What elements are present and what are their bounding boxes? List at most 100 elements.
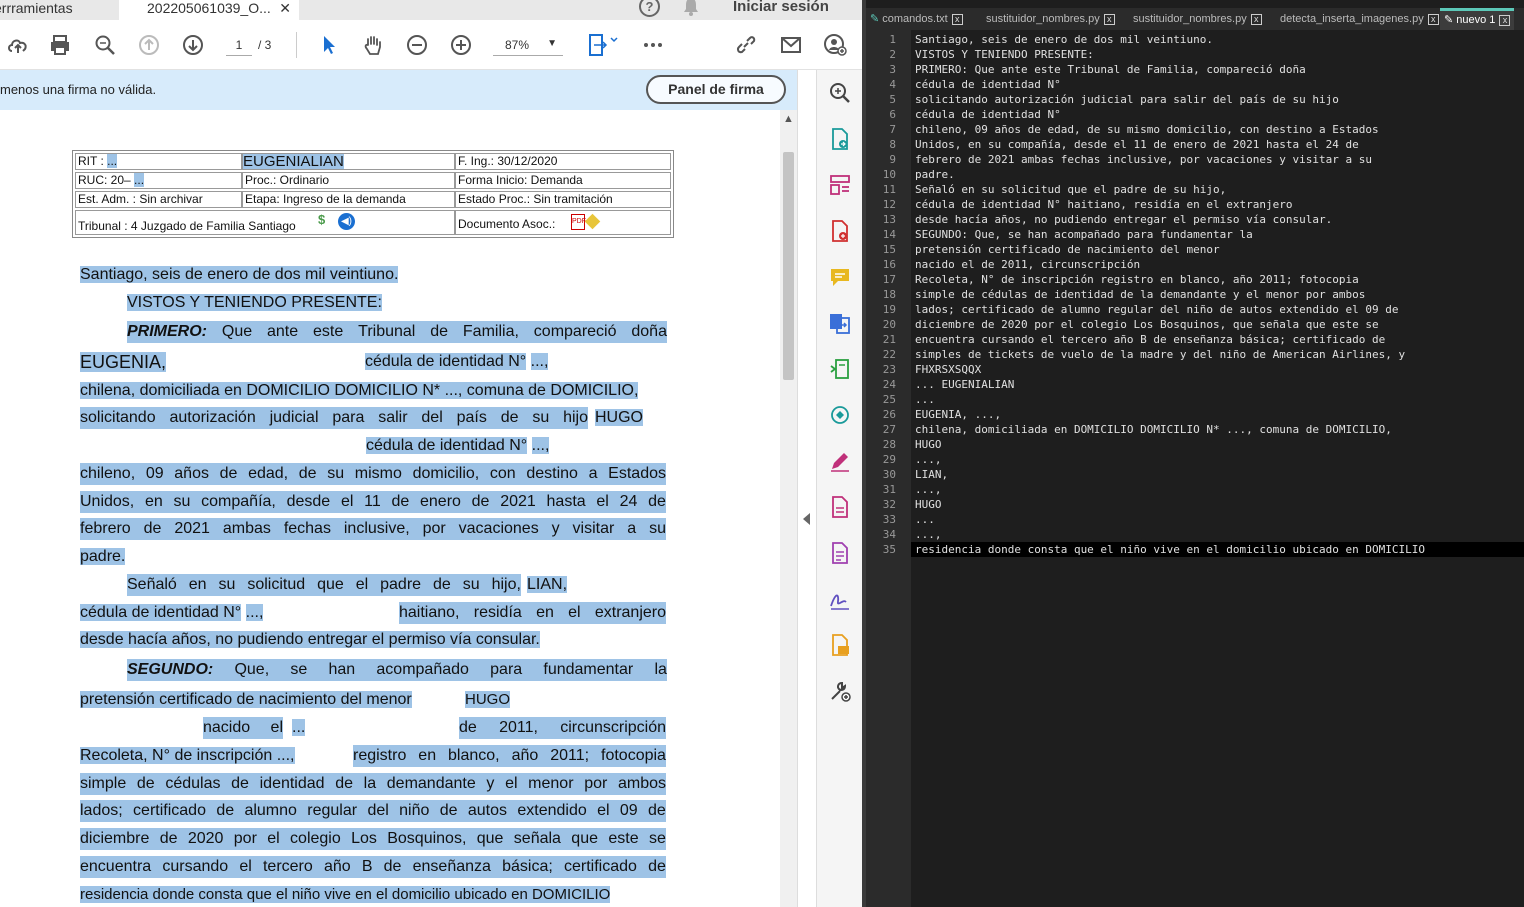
zoom-out-icon[interactable] — [404, 32, 430, 58]
export-pdf-icon[interactable] — [828, 127, 852, 151]
signature-panel-button[interactable]: Panel de firma — [646, 75, 786, 104]
send-review-icon[interactable] — [828, 403, 852, 427]
signin-link[interactable]: Iniciar sesión — [733, 0, 829, 15]
vertical-scrollbar[interactable]: ▲ — [780, 110, 797, 907]
speaker-icon[interactable]: ◀) — [338, 213, 355, 230]
document-page[interactable]: RIT : ... EUGENIALIAN F. Ing.: 30/12/202… — [0, 110, 780, 907]
prev-page-icon[interactable] — [136, 32, 162, 58]
doc-word: a — [588, 465, 598, 482]
doc-word: Unidos, — [80, 493, 135, 510]
doc-word: el — [568, 604, 581, 621]
stage-cell: Etapa: Ingreso de la demanda — [242, 191, 455, 208]
editor-tab-sustituidor-2[interactable]: sustituidor_nombres.py x — [1133, 10, 1262, 30]
doc-line-22: encuentra cursando el tercero año Bde enseñanz… — [80, 856, 666, 878]
close-icon[interactable]: ✕ — [279, 0, 291, 16]
editor-tab-detecta[interactable]: detecta_inserta_imagenes.py x — [1280, 10, 1439, 30]
combine-files-icon[interactable] — [828, 311, 852, 335]
doc-word: 2011; — [550, 747, 590, 764]
more-options-icon[interactable] — [640, 32, 666, 58]
fit-page-icon[interactable] — [586, 32, 620, 58]
doc-word: el — [270, 719, 283, 736]
upload-cloud-icon[interactable] — [5, 32, 31, 58]
editor-tab-sustituidor-1[interactable]: sustituidor_nombres.py x — [986, 10, 1115, 30]
organize-pages-icon[interactable] — [828, 173, 852, 197]
signature-icon[interactable] — [828, 587, 852, 611]
zoom-search-icon[interactable] — [92, 32, 118, 58]
code-line: PRIMERO: Que ante este Tribunal de Famil… — [915, 63, 1306, 76]
line-number: 11 — [882, 183, 896, 196]
scroll-up-arrow-icon[interactable]: ▲ — [783, 113, 794, 125]
code-line: EUGENIA, ..., — [915, 408, 1002, 421]
edit-pdf-icon[interactable] — [828, 495, 852, 519]
line-number: 14 — [882, 228, 896, 241]
doc-word: Bosquinos, — [387, 830, 467, 847]
doc-word: chileno, — [80, 465, 136, 482]
code-line: VISTOS Y TENIENDO PRESENTE: — [915, 48, 1094, 61]
mail-icon[interactable] — [778, 32, 804, 58]
tab-document-label: 202205061039_O... — [147, 0, 271, 16]
zoom-in-icon[interactable] — [448, 32, 474, 58]
doc-word: niño — [399, 802, 430, 819]
tab-tools[interactable]: errramientas — [0, 0, 109, 20]
code-area[interactable]: Santiago, seis de enero de dos mil veint… — [911, 30, 1524, 907]
print-icon[interactable] — [47, 32, 73, 58]
collapse-arrow-icon[interactable] — [803, 513, 810, 525]
next-page-icon[interactable] — [180, 32, 206, 58]
doc-word: de — [159, 830, 178, 847]
more-tools-icon[interactable] — [828, 679, 852, 703]
doc-word: de — [216, 802, 235, 819]
create-pdf-icon[interactable] — [828, 219, 852, 243]
scroll-thumb[interactable] — [783, 152, 794, 380]
doc-word: circunscripción — [560, 719, 666, 736]
code-line: encuentra cursando el tercero año B de e… — [915, 333, 1386, 346]
close-icon[interactable]: x — [1427, 13, 1439, 25]
line-number: 28 — [882, 438, 896, 451]
doc-word: hasta — [546, 493, 586, 510]
tab-document[interactable]: 202205061039_O... ✕ — [119, 0, 299, 20]
doc-word: el — [596, 493, 609, 510]
doc-line-4: EUGENIA, — [80, 352, 167, 372]
zoom-search-icon[interactable] — [828, 81, 852, 105]
select-cursor-icon[interactable] — [316, 32, 342, 58]
doc-line-14: desde hacía años, no pudiendo entregar e… — [80, 631, 540, 648]
add-user-icon[interactable] — [822, 32, 848, 58]
edit-icon[interactable] — [584, 213, 601, 230]
line-number: 12 — [882, 198, 896, 211]
doc-line-19: simple de cédulas de identidad de la demandante… — [80, 773, 666, 795]
line-number: 25 — [882, 393, 896, 406]
close-icon[interactable]: x — [1103, 13, 1115, 25]
doc-word: regular — [307, 802, 358, 819]
editor-tab-comandos[interactable]: ✎ comandos.txt x — [870, 10, 963, 30]
panel-collapse-strip[interactable] — [797, 70, 816, 907]
doc-line-6-name: HUGO — [595, 409, 643, 426]
close-icon[interactable]: x — [951, 13, 963, 25]
code-line: HUGO — [915, 498, 942, 511]
doc-word: Señaló — [127, 576, 177, 593]
link-icon[interactable] — [733, 32, 759, 58]
close-icon[interactable]: x — [1499, 14, 1511, 26]
close-icon[interactable]: x — [1250, 13, 1262, 25]
pencil-icon: ✎ — [1444, 14, 1454, 26]
bell-icon[interactable] — [682, 0, 700, 17]
doc-line-12: Señaló en su solicitud que el padre de su hijo, — [127, 574, 521, 596]
hand-tool-icon[interactable] — [360, 32, 386, 58]
fill-sign-icon[interactable] — [828, 449, 852, 473]
line-number: 1 — [889, 33, 896, 46]
editor-tab-nuevo[interactable]: ✎ nuevo 1x — [1440, 8, 1515, 30]
doc-word: judicial — [269, 409, 319, 426]
comment-icon[interactable] — [828, 265, 852, 289]
doc-word: de — [335, 775, 354, 792]
pdf-file-icon[interactable]: PDF — [571, 214, 586, 230]
doc-word: colegio — [290, 830, 341, 847]
zoom-value: 87% — [505, 38, 530, 52]
line-number: 20 — [882, 318, 896, 331]
protect-pdf-icon[interactable] — [828, 541, 852, 565]
page-number-input[interactable] — [226, 34, 252, 56]
signature-message: menos una firma no válida. — [0, 82, 157, 97]
compress-icon[interactable] — [828, 357, 852, 381]
help-icon[interactable]: ? — [639, 0, 660, 17]
zoom-select[interactable]: 87% ▼ — [493, 34, 563, 56]
prepare-form-icon[interactable] — [828, 633, 852, 657]
line-number: 27 — [882, 423, 896, 436]
doc-word: en — [418, 747, 437, 764]
